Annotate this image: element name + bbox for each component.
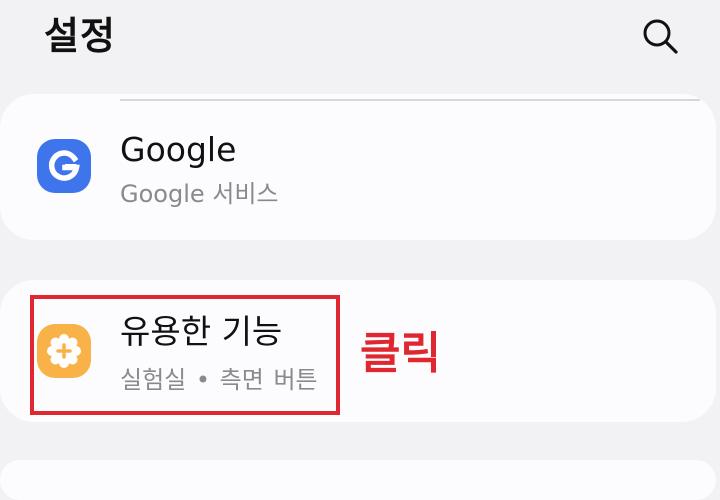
item-subtitle: Google 서비스 <box>120 180 279 208</box>
search-icon <box>643 19 678 54</box>
google-g-icon <box>37 139 91 193</box>
settings-item-google[interactable]: Google Google 서비스 <box>0 94 716 240</box>
item-title: Google <box>120 130 237 169</box>
page-title: 설정 <box>44 14 116 58</box>
search-button[interactable] <box>636 12 684 60</box>
click-annotation: 클릭 <box>360 328 441 379</box>
settings-item-next[interactable] <box>0 460 716 500</box>
highlight-box <box>30 295 340 415</box>
divider <box>120 99 700 101</box>
